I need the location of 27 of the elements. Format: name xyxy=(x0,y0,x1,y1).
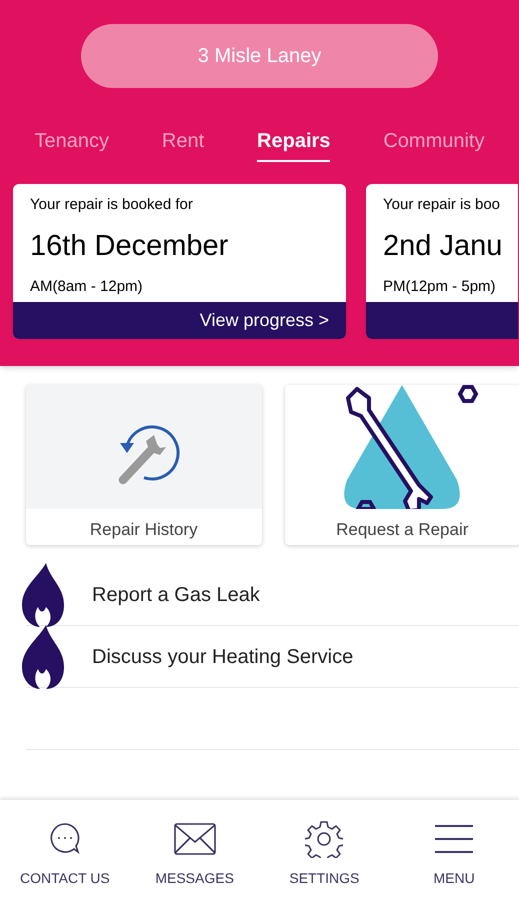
link-row[interactable]: Discuss your Heating Service xyxy=(26,626,519,688)
nav-button[interactable]: MENU xyxy=(389,820,519,889)
menu-icon xyxy=(434,824,474,854)
link-row[interactable]: Report a Gas Leak xyxy=(26,564,519,626)
booking-date: 16th December xyxy=(30,228,228,264)
booking-card[interactable]: Your repair is boo 2nd Janu PM(12pm - 5pm) xyxy=(366,184,518,339)
flame-icon xyxy=(20,624,66,688)
link-label: Report a Gas Leak xyxy=(92,582,260,608)
view-progress-link[interactable]: View progress > xyxy=(200,307,329,334)
link-label: Discuss your Heating Service xyxy=(92,644,354,670)
time-slot: PM(12pm - 5pm) xyxy=(383,276,496,298)
repair-tile[interactable]: Repair History xyxy=(26,385,262,545)
tile-label: Request a Repair xyxy=(336,519,468,541)
booking-heading: Your repair is booked for xyxy=(30,195,193,215)
nav-button[interactable]: MESSAGES xyxy=(130,820,260,889)
settings-icon xyxy=(305,820,344,858)
booking-date: 2nd Janu xyxy=(383,228,502,264)
booking-heading: Your repair is boo xyxy=(383,195,500,215)
nav-button[interactable]: CONTACT US xyxy=(0,820,130,889)
repair-tile[interactable]: Request a Repair xyxy=(284,385,519,545)
envelope-icon xyxy=(174,823,216,855)
nav-button[interactable]: SETTINGS xyxy=(260,820,390,889)
booking-card[interactable]: Your repair is booked for 16th December AM(8am - 12pm) View progress > xyxy=(13,184,346,339)
tile-label: Repair History xyxy=(90,519,198,541)
flame-icon xyxy=(20,562,66,626)
tab[interactable]: Repairs xyxy=(257,126,330,162)
time-slot: AM(8am - 12pm) xyxy=(30,276,143,298)
